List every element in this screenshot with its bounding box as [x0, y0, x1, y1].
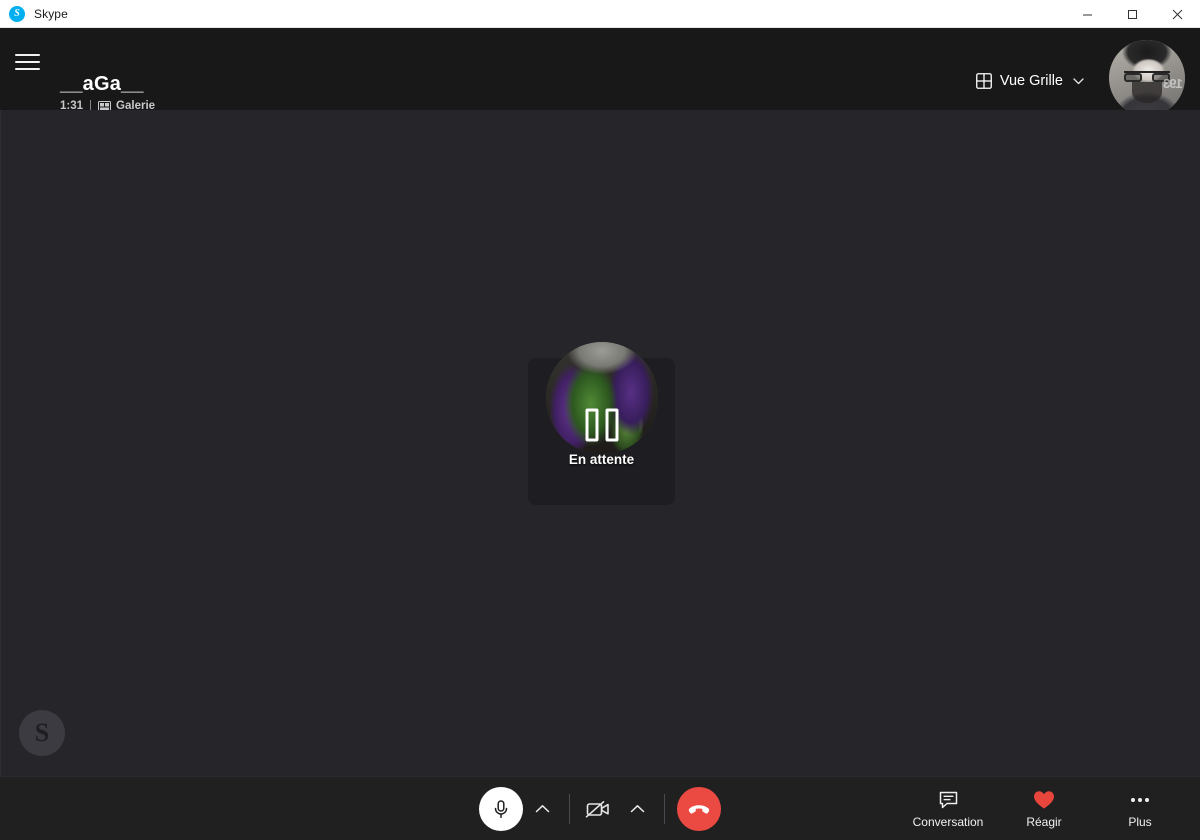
call-control-bar: Conversation Réagir Plus	[0, 776, 1200, 840]
chevron-down-icon	[1073, 77, 1084, 85]
titlebar-left: S Skype	[0, 5, 68, 22]
pause-icon	[585, 408, 618, 442]
view-switch-label: Vue Grille	[999, 73, 1063, 89]
chevron-up-icon	[535, 804, 549, 812]
close-icon	[1172, 9, 1183, 19]
more-label: Plus	[1128, 814, 1152, 829]
more-button[interactable]: Plus	[1092, 780, 1188, 838]
skype-call-window: S Skype __aGa__ 1:31 | Galerie Vue Grill…	[0, 0, 1200, 840]
hangup-phone-icon	[688, 804, 710, 814]
chevron-up-icon	[630, 804, 644, 812]
control-divider	[569, 793, 570, 824]
more-dot	[1138, 797, 1142, 802]
close-button[interactable]	[1155, 0, 1200, 28]
camera-off-icon	[585, 800, 609, 818]
heart-icon	[1033, 790, 1055, 810]
right-call-controls: Conversation Réagir Plus	[900, 777, 1188, 840]
participant-tile[interactable]: En attente	[528, 342, 675, 505]
chat-bubble-icon	[939, 790, 958, 810]
conversation-button[interactable]: Conversation	[900, 780, 996, 838]
grid-view-icon	[975, 73, 992, 89]
skype-watermark-letter: S	[34, 718, 50, 747]
status-badge: En attente	[568, 452, 635, 467]
avatar-beard	[1131, 81, 1163, 104]
window-controls	[1065, 0, 1200, 28]
call-stage: En attente S	[0, 110, 1200, 776]
avatar-background-text: 193	[1164, 76, 1183, 92]
maximize-button[interactable]	[1110, 0, 1155, 28]
avatar[interactable]: 193	[1109, 40, 1185, 116]
pause-bar	[605, 408, 618, 442]
hamburger-menu-icon[interactable]	[15, 51, 41, 73]
more-horizontal-icon	[1131, 790, 1149, 810]
window-titlebar: S Skype	[0, 0, 1200, 28]
more-dot	[1131, 797, 1135, 802]
hamburger-line	[15, 61, 40, 63]
hamburger-line	[15, 68, 40, 70]
minimize-icon	[1083, 14, 1092, 15]
react-label: Réagir	[1026, 814, 1062, 829]
hangup-button[interactable]	[677, 786, 721, 831]
conversation-label: Conversation	[912, 814, 984, 829]
camera-options-button[interactable]	[622, 792, 652, 826]
microphone-button[interactable]	[479, 786, 523, 831]
microphone-options-button[interactable]	[527, 792, 557, 826]
call-title: __aGa__	[60, 73, 144, 95]
view-switch-button[interactable]: Vue Grille	[970, 69, 1090, 93]
call-header: __aGa__ 1:31 | Galerie Vue Grille 193	[0, 28, 1200, 116]
control-divider	[664, 793, 665, 824]
skype-icon: S	[9, 5, 25, 22]
maximize-icon	[1128, 9, 1137, 19]
camera-button[interactable]	[578, 789, 618, 829]
center-call-controls	[479, 786, 721, 831]
minimize-button[interactable]	[1065, 0, 1110, 28]
more-dot	[1145, 797, 1149, 802]
hamburger-line	[15, 54, 40, 56]
microphone-icon	[494, 799, 508, 818]
pause-bar	[585, 408, 598, 442]
window-title: Skype	[34, 6, 68, 21]
skype-watermark-icon: S	[19, 710, 65, 756]
header-titles: __aGa__ 1:31 | Galerie	[60, 72, 155, 113]
react-button[interactable]: Réagir	[996, 780, 1092, 838]
